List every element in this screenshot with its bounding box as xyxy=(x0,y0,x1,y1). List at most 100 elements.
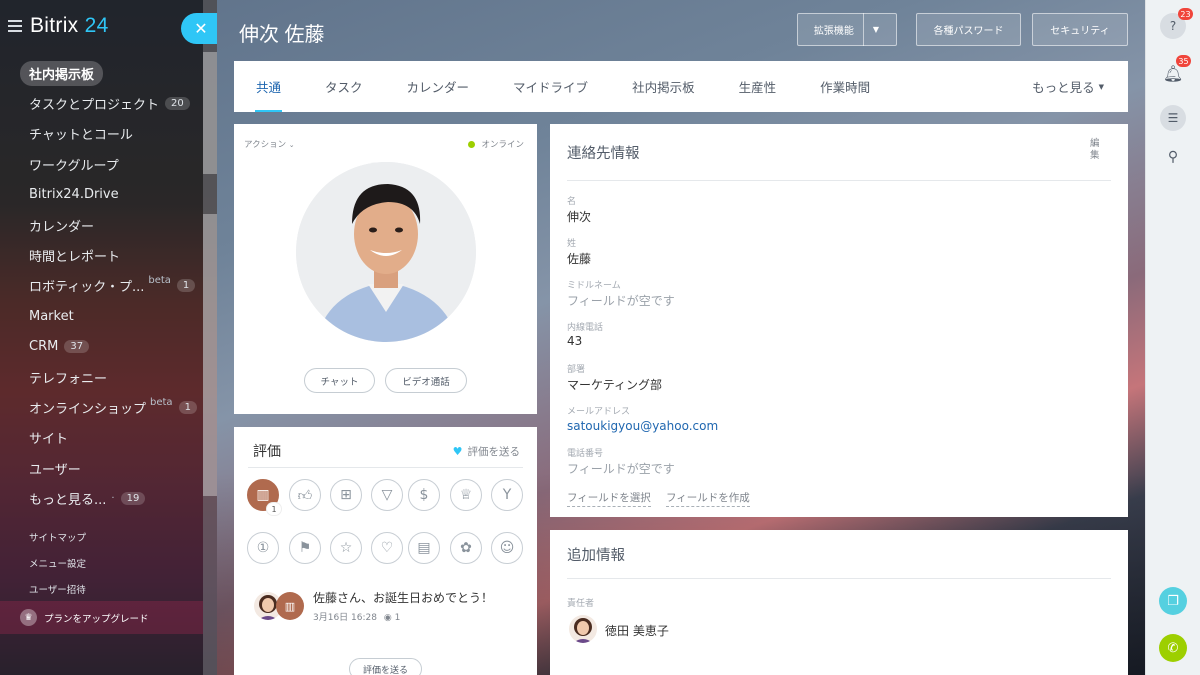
thumbs-up-icon[interactable]: 👍︎ xyxy=(289,479,321,511)
money-bag-icon[interactable]: $ xyxy=(408,479,440,511)
gift-icon[interactable]: ⊞ xyxy=(330,479,362,511)
manager-avatar[interactable] xyxy=(569,615,597,643)
sidebar-item-workgroups[interactable]: ワークグループ xyxy=(0,149,203,179)
menu-settings-link[interactable]: メニュー設定 xyxy=(29,556,86,570)
online-status: オンライン xyxy=(468,138,524,150)
sidebar-item-news[interactable]: 社内掲示板 xyxy=(0,58,203,88)
flag-icon[interactable]: ⚑ xyxy=(289,532,321,564)
actions-dropdown[interactable]: アクション ⌄ xyxy=(244,138,295,150)
hamburger-menu-icon[interactable] xyxy=(8,20,22,32)
beer-icon[interactable]: ▤ xyxy=(408,532,440,564)
heart-outline-icon[interactable]: ♡ xyxy=(371,532,403,564)
rating-card: 評価 ♥ 評価を送る ▥ 1 👍︎ ⊞ ▽ $ ♕ Y ① ⚑ ☆ ♡ ▤ ✿ ☺… xyxy=(234,427,537,675)
send-rating-label: 評価を送る xyxy=(467,446,521,458)
help-icon[interactable]: ? 23 xyxy=(1160,8,1193,39)
search-icon[interactable]: ⚲ xyxy=(1160,144,1186,170)
tab-more[interactable]: もっと見る ▼ xyxy=(1032,61,1104,112)
send-rating-button[interactable]: 評価を送る xyxy=(349,658,422,675)
tab-productivity[interactable]: 生産性 xyxy=(717,61,799,112)
extensions-label: 拡張機能 xyxy=(813,26,854,37)
sidebar-item-crm[interactable]: CRM 37 xyxy=(0,332,203,362)
file-share-icon[interactable]: ❐ xyxy=(1159,587,1187,615)
send-rating-link[interactable]: ♥ 評価を送る xyxy=(453,444,520,459)
sidebar-item-calendar[interactable]: カレンダー xyxy=(0,210,203,240)
close-menu-button[interactable]: ✕ xyxy=(181,13,217,44)
post-meta: 3月16日 16:28 ◉ 1 xyxy=(313,610,400,623)
profile-photo[interactable] xyxy=(296,162,476,342)
department-value: マーケティング部 xyxy=(567,378,663,392)
field-label: 姓 xyxy=(567,239,577,249)
tab-more-label: もっと見る xyxy=(1032,80,1095,95)
trophy-icon[interactable]: ▽ xyxy=(371,479,403,511)
sidebar-item-telephony[interactable]: テレフォニー xyxy=(0,362,203,392)
select-field-link[interactable]: フィールドを選択 xyxy=(567,490,651,507)
chat-button[interactable]: チャット xyxy=(304,368,375,393)
profile-tabs: 共通 タスク カレンダー マイドライブ 社内掲示板 生産性 作業時間 もっと見る… xyxy=(234,61,1128,112)
sidebar-item-more[interactable]: もっと見る... · 19 xyxy=(0,483,203,513)
manager-label: 責任者 xyxy=(567,599,595,609)
tab-news-feed[interactable]: 社内掲示板 xyxy=(610,61,717,112)
sidebar-item-tasks[interactable]: タスクとプロジェクト 20 xyxy=(0,88,203,118)
video-call-button[interactable]: ビデオ通話 xyxy=(385,368,467,393)
logo-name: Bitrix xyxy=(30,14,79,37)
chevron-down-icon[interactable]: ▼ xyxy=(873,25,888,34)
chevron-down-icon: ▼ xyxy=(1098,82,1104,91)
first-name-value: 伸次 xyxy=(567,210,592,224)
cocktail-icon[interactable]: Y xyxy=(491,479,523,511)
tab-my-drive[interactable]: マイドライブ xyxy=(491,61,610,112)
sitemap-link[interactable]: サイトマップ xyxy=(29,530,86,544)
post-views: 1 xyxy=(394,613,401,623)
sidebar-item-count: 20 xyxy=(165,97,190,111)
sidebar-item-label: もっと見る... xyxy=(29,493,107,509)
tab-tasks[interactable]: タスク xyxy=(303,61,385,112)
last-name-value: 佐藤 xyxy=(567,252,592,266)
sidebar-item-label: オンラインショップ xyxy=(29,401,147,417)
passwords-button[interactable]: 各種パスワード xyxy=(916,13,1021,46)
crown-icon: ♛ xyxy=(20,609,37,626)
smile-icon[interactable]: ☺ xyxy=(491,532,523,564)
invite-users-link[interactable]: ユーザー招待 xyxy=(29,582,86,596)
sidebar-item-time-reports[interactable]: 時間とレポート xyxy=(0,240,203,270)
security-button[interactable]: セキュリティ xyxy=(1032,13,1128,46)
sidebar-item-chat[interactable]: チャットとコール xyxy=(0,119,203,149)
field-label: 名 xyxy=(567,197,577,207)
manager-name[interactable]: 徳田 美恵子 xyxy=(605,622,669,639)
divider xyxy=(248,467,523,468)
notification-count-badge: 35 xyxy=(1176,55,1191,67)
edit-link[interactable]: 編集 xyxy=(1090,138,1102,162)
tab-general[interactable]: 共通 xyxy=(234,61,303,112)
sidebar-item-label: ワークグループ xyxy=(29,158,119,174)
chevron-down-icon: ⌄ xyxy=(288,141,295,149)
sidebar-item-label: Bitrix24.Drive xyxy=(29,187,119,203)
contact-info-title: 連絡先情報 xyxy=(567,146,640,162)
chat-bubble-icon[interactable]: ☰ xyxy=(1160,105,1186,131)
sidebar-item-drive[interactable]: Bitrix24.Drive xyxy=(0,180,203,210)
logo[interactable]: Bitrix 24 xyxy=(8,14,109,38)
post-text: 佐藤さん、お誕生日おめでとう！ xyxy=(313,591,494,605)
heart-icon: ♥ xyxy=(452,445,463,458)
sidebar-item-count: 1 xyxy=(176,279,196,293)
sidebar-item-online-shop[interactable]: オンラインショップ beta 1 xyxy=(0,392,203,422)
tab-calendar[interactable]: カレンダー xyxy=(385,61,492,112)
flower-icon[interactable]: ✿ xyxy=(450,532,482,564)
field-label: 電話番号 xyxy=(567,449,604,459)
phone-call-icon[interactable]: ✆ xyxy=(1159,634,1187,662)
extensions-button[interactable]: 拡張機能 ▼ xyxy=(797,13,897,46)
sidebar-item-rpa[interactable]: ロボティック・プ... beta 1 xyxy=(0,271,203,301)
badge-count: 1 xyxy=(267,503,281,515)
email-link[interactable]: satoukigyou@yahoo.com xyxy=(567,419,718,433)
sidebar-item-label: サイト xyxy=(29,432,69,448)
sidebar-item-count: 19 xyxy=(120,492,146,506)
crown-icon[interactable]: ♕ xyxy=(450,479,482,511)
sidebar-item-sites[interactable]: サイト xyxy=(0,423,203,453)
bell-icon[interactable]: 🔔︎ 35 xyxy=(1160,55,1191,86)
upgrade-plan-button[interactable]: ♛ プランをアップグレード xyxy=(0,601,203,634)
sidebar-item-users[interactable]: ユーザー xyxy=(0,453,203,483)
number-one-icon[interactable]: ① xyxy=(247,532,279,564)
help-count-badge: 23 xyxy=(1178,8,1193,20)
tab-work-time[interactable]: 作業時間 xyxy=(798,61,892,112)
create-field-link[interactable]: フィールドを作成 xyxy=(666,490,750,507)
star-icon[interactable]: ☆ xyxy=(330,532,362,564)
sidebar-item-market[interactable]: Market xyxy=(0,301,203,331)
passwords-label: 各種パスワード xyxy=(933,26,1004,37)
